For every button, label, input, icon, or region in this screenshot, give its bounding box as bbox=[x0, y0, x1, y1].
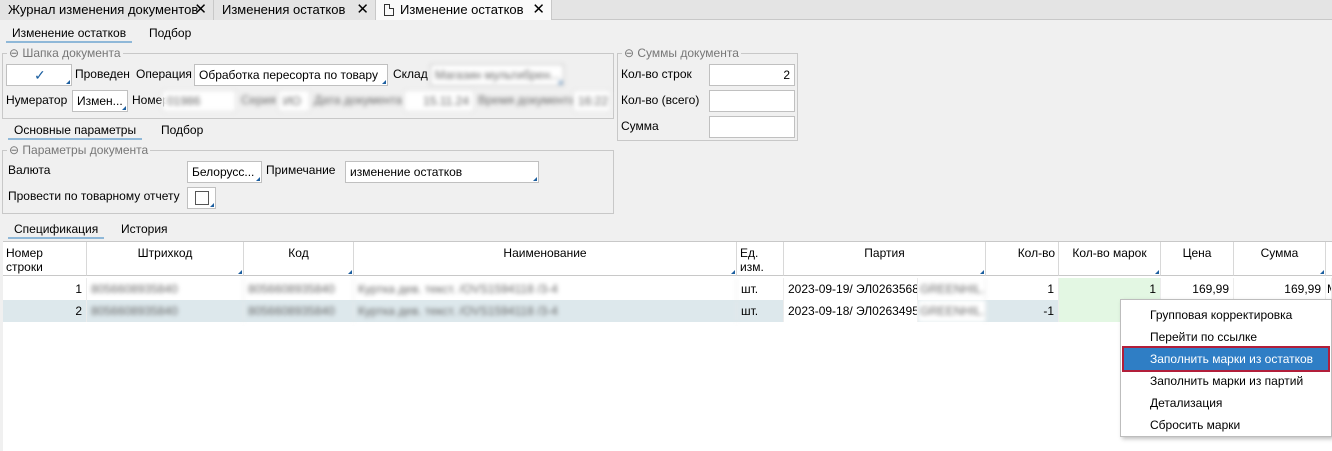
menu-item-details[interactable]: Детализация bbox=[1124, 392, 1328, 414]
cell-price: 169,99 bbox=[1161, 278, 1234, 300]
number-field[interactable]: 01986 bbox=[162, 90, 236, 112]
window-tab-label: Изменение остатков bbox=[400, 2, 524, 17]
operation-label: Операция bbox=[136, 67, 192, 81]
col-name[interactable]: Наименование bbox=[354, 242, 737, 276]
context-menu: Групповая корректировка Перейти по ссылк… bbox=[1120, 299, 1332, 437]
sum-field[interactable] bbox=[709, 116, 795, 138]
tab-history[interactable]: История bbox=[115, 219, 174, 239]
table-row[interactable]: 1 8056608935840 8056608935840 Куртка дев… bbox=[3, 278, 1332, 300]
window-tab-label: Журнал изменения документов bbox=[8, 2, 199, 17]
group-title-sums[interactable]: ⊖ Суммы документа bbox=[622, 47, 741, 59]
tab-main-params[interactable]: Основные параметры bbox=[8, 120, 143, 140]
window-tab-label: Изменения остатков bbox=[222, 2, 346, 17]
tab-specification[interactable]: Спецификация bbox=[8, 219, 105, 239]
posted-checkbox-field[interactable]: ✓ bbox=[6, 64, 72, 86]
time-field[interactable]: 16:22 bbox=[573, 90, 611, 112]
cell-name: Куртка дев. текст. /OVS1594118 /3-4 bbox=[354, 278, 737, 300]
menu-item-fill-marks-from-batches[interactable]: Заполнить марки из партий bbox=[1124, 370, 1328, 392]
warehouse-field[interactable]: Магазин мультибрен... bbox=[430, 64, 564, 86]
cell-batch-tail: GREENHIL... bbox=[918, 278, 986, 300]
post-report-label: Провести по товарному отчету bbox=[8, 189, 180, 203]
document-icon bbox=[384, 4, 394, 16]
currency-label: Валюта bbox=[8, 163, 51, 177]
cell-name: Куртка дев. текст. /OVS1594118 /3-4 bbox=[354, 300, 737, 322]
menu-item-fill-marks-from-stock[interactable]: Заполнить марки из остатков bbox=[1122, 346, 1330, 372]
cell-batch: 2023-09-18/ ЭЛ0263495/ bbox=[784, 300, 918, 322]
posted-label: Проведен bbox=[75, 67, 130, 81]
currency-field[interactable]: Белорусс... bbox=[187, 161, 262, 183]
rows-count-field[interactable]: 2 bbox=[709, 64, 795, 86]
cell-code: 8056608935840 bbox=[244, 300, 354, 322]
cell-batch-tail: GREENHIL... bbox=[918, 300, 986, 322]
check-icon: ✓ bbox=[34, 67, 46, 83]
cell-barcode: 8056608935840 bbox=[87, 300, 244, 322]
series-field[interactable]: ИО bbox=[278, 90, 310, 112]
date-field[interactable]: 15.11.24 bbox=[404, 90, 474, 112]
window-tab-balance-change-doc[interactable]: Изменение остатков ✕ bbox=[376, 0, 552, 20]
menu-item-reset-marks[interactable]: Сбросить марки bbox=[1124, 414, 1328, 436]
cell-unit: шт. bbox=[737, 300, 784, 322]
note-field[interactable]: изменение остатков bbox=[345, 161, 539, 183]
note-label: Примечание bbox=[266, 163, 336, 177]
cell-row-number: 2 bbox=[3, 300, 87, 322]
cell-marks[interactable]: 1 bbox=[1059, 278, 1161, 300]
numerator-field[interactable]: Измен... bbox=[72, 90, 128, 112]
post-report-field[interactable] bbox=[187, 187, 216, 209]
tab-selection-2[interactable]: Подбор bbox=[155, 120, 209, 140]
time-label: Время документа bbox=[478, 93, 576, 107]
tab-selection[interactable]: Подбор bbox=[143, 23, 197, 43]
col-batch[interactable]: Партия bbox=[784, 242, 986, 276]
menu-item-follow-link[interactable]: Перейти по ссылке bbox=[1124, 326, 1328, 348]
group-title-header[interactable]: ⊖ Шапка документа bbox=[7, 47, 123, 59]
cell-overflow: М bbox=[1326, 278, 1332, 300]
cell-code: 8056608935840 bbox=[244, 278, 354, 300]
cell-unit: шт. bbox=[737, 278, 784, 300]
close-icon[interactable]: ✕ bbox=[532, 0, 545, 19]
window-tab-bar: Журнал изменения документов ✕ Изменения … bbox=[0, 0, 1332, 20]
tab-balance-change[interactable]: Изменение остатков bbox=[6, 23, 133, 43]
date-label: Дата документа bbox=[314, 93, 403, 107]
window-tab-balance-changes[interactable]: Изменения остатков ✕ bbox=[214, 0, 376, 20]
close-icon[interactable]: ✕ bbox=[356, 0, 369, 19]
operation-field[interactable]: Обработка пересорта по товару bbox=[194, 64, 388, 86]
window-tab-journal[interactable]: Журнал изменения документов ✕ bbox=[0, 0, 214, 20]
col-marks[interactable]: Кол-во марок bbox=[1059, 242, 1161, 276]
col-overflow bbox=[1326, 242, 1332, 276]
col-qty[interactable]: Кол-во bbox=[986, 242, 1059, 276]
cell-sum: 169,99 bbox=[1234, 278, 1326, 300]
col-sum[interactable]: Сумма bbox=[1234, 242, 1326, 276]
menu-item-group-edit[interactable]: Групповая корректировка bbox=[1124, 304, 1328, 326]
group-title-params[interactable]: ⊖ Параметры документа bbox=[7, 144, 151, 156]
warehouse-label: Склад bbox=[393, 67, 428, 81]
cell-row-number: 1 bbox=[3, 278, 87, 300]
col-unit[interactable]: Ед. изм. bbox=[737, 242, 784, 276]
cell-batch: 2023-09-19/ ЭЛ0263568/ bbox=[784, 278, 918, 300]
close-icon[interactable]: ✕ bbox=[194, 0, 207, 19]
cell-barcode: 8056608935840 bbox=[87, 278, 244, 300]
total-qty-label: Кол-во (всего) bbox=[621, 93, 700, 107]
col-price[interactable]: Цена bbox=[1161, 242, 1234, 276]
numerator-label: Нумератор bbox=[6, 93, 68, 107]
total-qty-field[interactable] bbox=[709, 90, 795, 112]
series-label: Серия bbox=[241, 93, 277, 107]
cell-qty: -1 bbox=[986, 300, 1059, 322]
sum-label: Сумма bbox=[621, 119, 659, 133]
col-row-number[interactable]: Номер строки bbox=[3, 242, 87, 276]
rows-count-label: Кол-во строк bbox=[621, 67, 692, 81]
post-report-checkbox[interactable] bbox=[195, 191, 209, 205]
col-barcode[interactable]: Штрихкод bbox=[87, 242, 244, 276]
cell-qty: 1 bbox=[986, 278, 1059, 300]
col-code[interactable]: Код bbox=[244, 242, 354, 276]
